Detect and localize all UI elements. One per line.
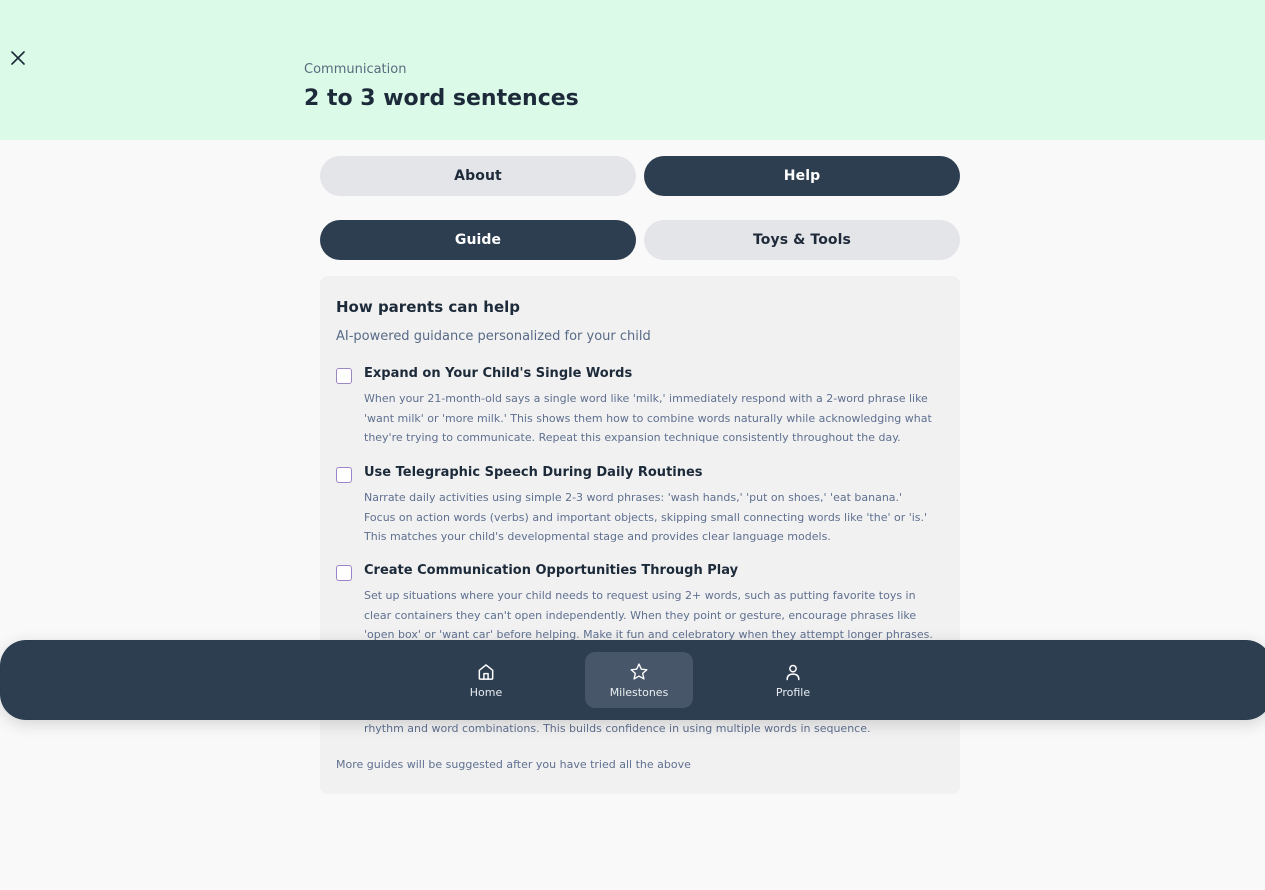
primary-tabs: About Help	[320, 156, 960, 196]
tip-body-partial: rhythm and word combinations. This build…	[364, 722, 871, 735]
nav-label: Home	[469, 685, 503, 699]
tab-toys-tools[interactable]: Toys & Tools	[644, 220, 960, 260]
more-guides-note: More guides will be suggested after you …	[336, 758, 691, 771]
nav-home[interactable]: Home	[432, 652, 540, 708]
tip-title: Expand on Your Child's Single Words	[364, 366, 633, 381]
tab-help[interactable]: Help	[644, 156, 960, 196]
nav-profile[interactable]: Profile	[739, 652, 847, 708]
tip-checkbox[interactable]	[336, 368, 352, 384]
tab-guide[interactable]: Guide	[320, 220, 636, 260]
user-icon	[786, 664, 800, 680]
tip-checkbox[interactable]	[336, 467, 352, 483]
tab-about[interactable]: About	[320, 156, 636, 196]
nav-label: Profile	[775, 685, 811, 699]
tip-title: Use Telegraphic Speech During Daily Rout…	[364, 465, 703, 480]
tip-checkbox[interactable]	[336, 565, 352, 581]
card-subtitle: AI-powered guidance personalized for you…	[336, 329, 651, 344]
close-button[interactable]	[8, 48, 28, 68]
tip-body: Narrate daily activities using simple 2-…	[364, 491, 928, 543]
tip-title: Create Communication Opportunities Throu…	[364, 563, 739, 578]
bottom-navigation: Home Milestones Profile	[0, 640, 1265, 720]
nav-label: Milestones	[609, 685, 669, 699]
nav-milestones[interactable]: Milestones	[585, 652, 693, 708]
page-header: Communication 2 to 3 word sentences	[0, 0, 1265, 140]
secondary-tabs: Guide Toys & Tools	[320, 220, 960, 260]
close-icon[interactable]	[11, 51, 25, 65]
home-icon	[478, 663, 494, 680]
tip-body: Set up situations where your child needs…	[364, 589, 933, 641]
card-title: How parents can help	[336, 298, 521, 316]
tip-body: When your 21-month-old says a single wor…	[364, 392, 932, 444]
page-title: 2 to 3 word sentences	[304, 86, 579, 111]
star-icon	[630, 662, 648, 680]
category-label: Communication	[304, 62, 407, 77]
